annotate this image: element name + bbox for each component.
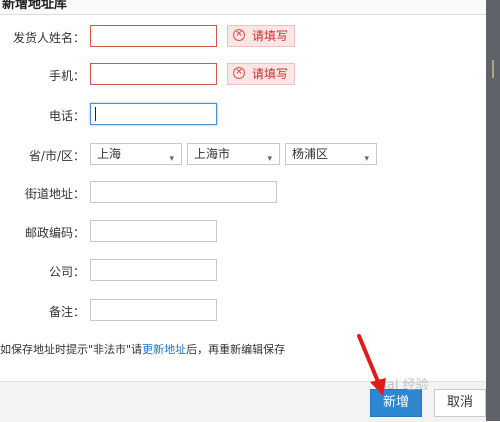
watermark: Bai 经验 bbox=[378, 378, 429, 393]
add-button[interactable]: 新增 bbox=[370, 389, 422, 417]
chevron-down-icon: ▾ bbox=[364, 154, 369, 164]
note-label: 备注： bbox=[48, 305, 85, 319]
province-value: 上海 bbox=[97, 147, 122, 161]
row-street: 街道地址： bbox=[0, 181, 486, 205]
update-address-link[interactable]: 更新地址 bbox=[142, 343, 186, 356]
note-input[interactable] bbox=[90, 299, 217, 321]
row-shipper-name: 发货人姓名： × 请填写 bbox=[0, 25, 486, 49]
street-label: 街道地址： bbox=[24, 187, 85, 201]
row-mobile: 手机： × 请填写 bbox=[0, 63, 486, 87]
tip-prefix: 如保存地址时提示"非法市"请 bbox=[0, 343, 143, 356]
province-select[interactable]: 上海 ▾ bbox=[90, 143, 182, 165]
row-postcode: 邮政编码： bbox=[0, 220, 486, 244]
shipper-name-error: × 请填写 bbox=[227, 25, 296, 47]
error-icon: × bbox=[233, 67, 245, 79]
address-dialog: 新增地址库 发货人姓名： × 请填写 手机： × 请填写 电话： 省/市/区： … bbox=[0, 0, 486, 422]
mobile-input[interactable] bbox=[90, 63, 217, 85]
mobile-label: 手机： bbox=[48, 69, 85, 83]
cancel-button[interactable]: 取消 bbox=[434, 389, 486, 417]
postcode-input[interactable] bbox=[90, 220, 217, 242]
row-region: 省/市/区： 上海 ▾ 上海市 ▾ 杨浦区 ▾ bbox=[0, 143, 486, 167]
background-window-edge bbox=[486, 0, 500, 421]
mobile-error: × 请填写 bbox=[227, 63, 296, 85]
shipper-name-error-text: 请填写 bbox=[252, 29, 289, 43]
postcode-label: 邮政编码： bbox=[24, 226, 85, 240]
district-select[interactable]: 杨浦区 ▾ bbox=[285, 143, 377, 165]
mobile-error-text: 请填写 bbox=[252, 67, 289, 81]
street-input[interactable] bbox=[90, 181, 277, 203]
error-icon: × bbox=[233, 29, 245, 41]
dialog-header: 新增地址库 bbox=[0, 0, 486, 15]
tip-suffix: 后，再重新编辑保存 bbox=[186, 343, 286, 356]
phone-input[interactable] bbox=[90, 103, 217, 125]
district-value: 杨浦区 bbox=[292, 147, 329, 161]
row-company: 公司： bbox=[0, 259, 486, 283]
shipper-name-label: 发货人姓名： bbox=[12, 31, 85, 45]
city-value: 上海市 bbox=[194, 147, 231, 161]
company-input[interactable] bbox=[90, 259, 217, 281]
dialog-title: 新增地址库 bbox=[2, 0, 68, 12]
company-label: 公司： bbox=[48, 265, 85, 279]
city-select[interactable]: 上海市 ▾ bbox=[187, 143, 280, 165]
phone-label: 电话： bbox=[48, 109, 85, 123]
region-label: 省/市/区： bbox=[28, 149, 85, 163]
background-stripe bbox=[492, 60, 494, 78]
chevron-down-icon: ▾ bbox=[267, 154, 272, 164]
save-tip: 如保存地址时提示"非法市"请更新地址后，再重新编辑保存 bbox=[0, 341, 285, 357]
chevron-down-icon: ▾ bbox=[169, 154, 174, 164]
text-caret bbox=[95, 107, 96, 121]
shipper-name-input[interactable] bbox=[90, 25, 217, 47]
row-note: 备注： bbox=[0, 299, 486, 323]
row-phone: 电话： bbox=[0, 103, 486, 127]
